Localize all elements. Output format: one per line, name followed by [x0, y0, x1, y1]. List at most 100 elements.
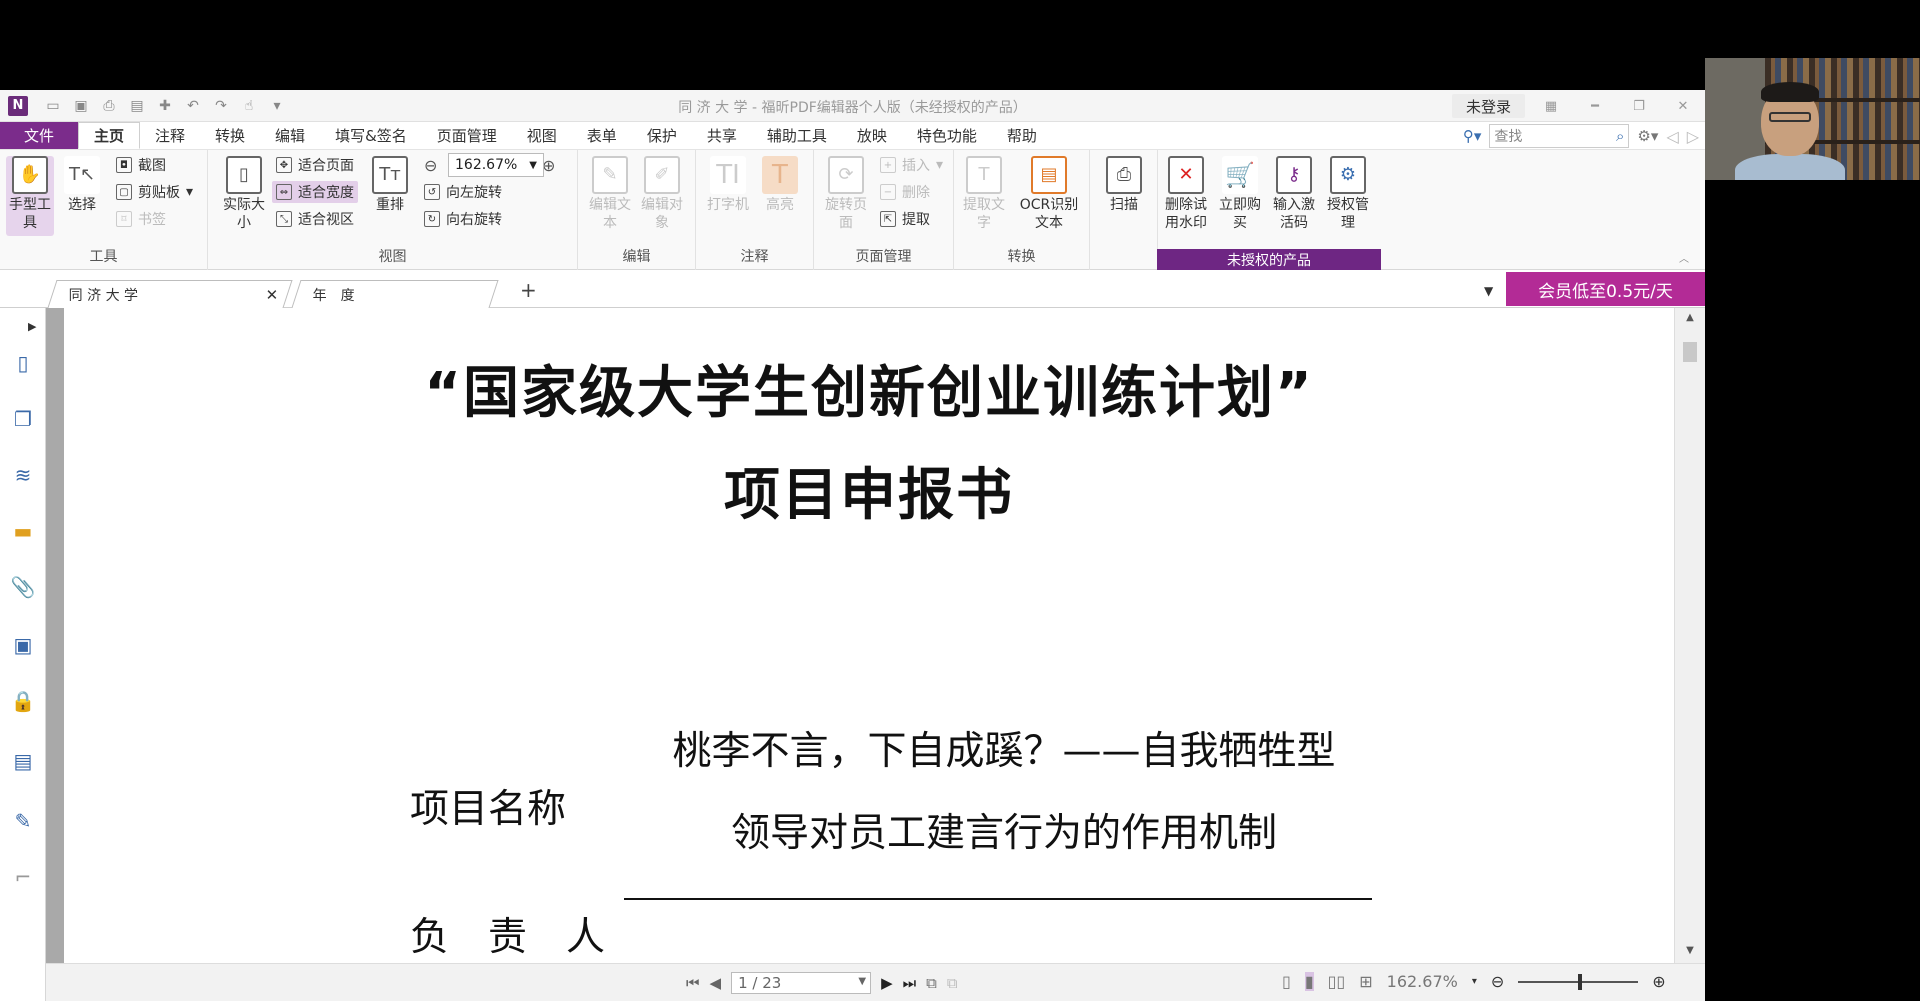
highlight-button[interactable]: T 高亮	[756, 156, 804, 214]
zoom-slider-knob[interactable]	[1578, 973, 1583, 990]
layers-icon[interactable]: ≋	[10, 462, 36, 488]
scroll-up-icon[interactable]: ▲	[1675, 312, 1705, 328]
bookmark-panel-icon[interactable]: ▯	[10, 350, 36, 376]
first-page-icon[interactable]: ⏮	[686, 974, 700, 992]
vertical-scrollbar[interactable]: ▲ ▼	[1674, 308, 1705, 963]
tab-form[interactable]: 表单	[572, 122, 632, 149]
actual-size-button[interactable]: ▯ 实际大小	[220, 156, 268, 232]
status-zoom-value[interactable]: 162.67%	[1387, 972, 1458, 991]
ocr-button[interactable]: ▤ OCR识别文本	[1014, 156, 1084, 232]
fit-view-button[interactable]: ⤡ 适合视区	[272, 208, 358, 230]
next-page-icon[interactable]: ▶	[881, 974, 893, 992]
tab-help[interactable]: 帮助	[992, 122, 1052, 149]
fit-page-button[interactable]: ✥ 适合页面	[272, 154, 358, 176]
hand-dropdown-icon[interactable]: ☝	[238, 96, 260, 116]
search-icon[interactable]: ⌕	[1616, 127, 1624, 145]
tools-icon[interactable]: ✎	[10, 808, 36, 834]
rotate-page-button[interactable]: ⟳ 旋转页面	[822, 156, 870, 232]
scroll-thumb[interactable]	[1683, 342, 1697, 362]
zoom-out-icon[interactable]: ⊖	[1491, 972, 1504, 991]
scan-button[interactable]: ⎙ 扫描	[1100, 156, 1148, 214]
tab-comment[interactable]: 注释	[140, 122, 200, 149]
tab-organize[interactable]: 页面管理	[422, 122, 512, 149]
zoom-in-icon[interactable]: ⊕	[1652, 972, 1665, 991]
member-promo-banner[interactable]: 会员低至0.5元/天	[1506, 272, 1705, 306]
attachment-icon[interactable]: 📎	[10, 574, 36, 600]
zoom-slider[interactable]	[1518, 973, 1639, 990]
facing-page-icon[interactable]: ▯▯	[1328, 972, 1346, 991]
screenshot-button[interactable]: ◘ 截图	[112, 154, 170, 176]
edit-object-button[interactable]: ✐ 编辑对象	[638, 156, 686, 232]
page-number-field[interactable]: 1 / 23 ▼	[731, 972, 872, 994]
zoom-select[interactable]: 162.67% ▼	[448, 153, 544, 177]
tag-icon[interactable]: ⌐	[10, 864, 36, 890]
create-icon[interactable]: ✚	[154, 96, 176, 116]
edit-text-button[interactable]: ✎ 编辑文本	[586, 156, 634, 232]
enter-code-button[interactable]: ⚷ 输入激活码	[1270, 156, 1318, 232]
customize-icon[interactable]: ▾	[266, 96, 288, 116]
scan-icon[interactable]: ▤	[126, 96, 148, 116]
next-result-icon[interactable]: ▷	[1687, 127, 1699, 146]
open-folder-icon[interactable]: ▭	[42, 96, 64, 116]
restore-icon[interactable]: ❐	[1617, 90, 1661, 122]
content-icon[interactable]: ▤	[10, 748, 36, 774]
next-view-icon[interactable]: ⧉	[947, 974, 958, 992]
fit-width-button[interactable]: ⇔ 适合宽度	[272, 181, 358, 203]
add-tab-button[interactable]: +	[520, 278, 537, 302]
tab-view[interactable]: 视图	[512, 122, 572, 149]
lock-icon[interactable]: 🔒	[10, 688, 36, 714]
typewriter-button[interactable]: TI 打字机	[704, 156, 752, 214]
tab-edit[interactable]: 编辑	[260, 122, 320, 149]
select-button[interactable]: T↖ 选择	[58, 156, 106, 214]
minimize-icon[interactable]: ━	[1573, 90, 1617, 122]
scroll-down-icon[interactable]: ▼	[1675, 945, 1705, 961]
settings-icon[interactable]: ⚙▾	[1637, 127, 1658, 145]
layout-icon[interactable]: ▦	[1529, 90, 1573, 122]
last-page-icon[interactable]: ⏭	[903, 974, 917, 992]
tab-fill-sign[interactable]: 填写&签名	[320, 122, 422, 149]
hand-tool-button[interactable]: ✋ 手型工具	[6, 156, 54, 236]
tab-convert[interactable]: 转换	[200, 122, 260, 149]
panel-resize-handle[interactable]	[46, 308, 64, 1001]
collapse-ribbon-icon[interactable]: ︿	[1679, 250, 1689, 265]
tab-list-chevron-icon[interactable]: ▼	[1484, 284, 1493, 298]
find-options-icon[interactable]: ⚲▾	[1463, 127, 1482, 145]
tab-features[interactable]: 特色功能	[902, 122, 992, 149]
bookmark-button[interactable]: ⌑ 书签	[112, 208, 170, 230]
previous-view-icon[interactable]: ⧉	[926, 974, 937, 992]
close-tab-icon[interactable]: ✕	[266, 286, 279, 304]
prev-result-icon[interactable]: ◁	[1666, 127, 1678, 146]
thumbnails-icon[interactable]: ❐	[10, 406, 36, 432]
zoom-out-button[interactable]: ⊖	[420, 154, 441, 176]
login-button[interactable]: 未登录	[1451, 94, 1525, 118]
signature-panel-icon[interactable]: ▣	[10, 632, 36, 658]
remove-watermark-button[interactable]: ✕ 删除试用水印	[1162, 156, 1210, 232]
tab-accessibility[interactable]: 辅助工具	[752, 122, 842, 149]
tab-home[interactable]: 主页	[78, 122, 141, 149]
rotate-left-button[interactable]: ↺ 向左旋转	[420, 181, 506, 203]
continuous-page-icon[interactable]: ▮	[1304, 972, 1314, 991]
clipboard-button[interactable]: ▢ 剪贴板 ▾	[112, 181, 197, 203]
redo-icon[interactable]: ↷	[210, 96, 232, 116]
print-icon[interactable]: ⎙	[98, 96, 120, 116]
undo-icon[interactable]: ↶	[182, 96, 204, 116]
doc-tab-annual[interactable]: 年 度	[291, 280, 499, 308]
reflow-button[interactable]: Tт 重排	[366, 156, 414, 214]
zoom-dropdown-icon[interactable]: ▾	[1472, 976, 1477, 987]
extract-text-button[interactable]: T 提取文字	[960, 156, 1008, 232]
insert-page-button[interactable]: + 插入 ▾	[876, 154, 947, 176]
search-input[interactable]: 查找 ⌕	[1489, 124, 1630, 148]
tab-protect[interactable]: 保护	[632, 122, 692, 149]
prev-page-icon[interactable]: ◀	[710, 974, 722, 992]
save-icon[interactable]: ▣	[70, 96, 92, 116]
file-menu[interactable]: 文件	[0, 122, 78, 149]
single-page-icon[interactable]: ▯	[1282, 972, 1291, 991]
comments-icon[interactable]: ▬	[10, 518, 36, 544]
license-management-button[interactable]: ⚙ 授权管理	[1324, 156, 1372, 232]
close-icon[interactable]: ✕	[1661, 90, 1705, 122]
expand-panel-icon[interactable]: ▶	[28, 320, 36, 333]
extract-page-button[interactable]: ⇱ 提取	[876, 208, 934, 230]
doc-tab-tongji[interactable]: 同 济 大 学 ✕	[47, 280, 293, 308]
delete-page-button[interactable]: − 删除	[876, 181, 934, 203]
tab-presentation[interactable]: 放映	[842, 122, 902, 149]
